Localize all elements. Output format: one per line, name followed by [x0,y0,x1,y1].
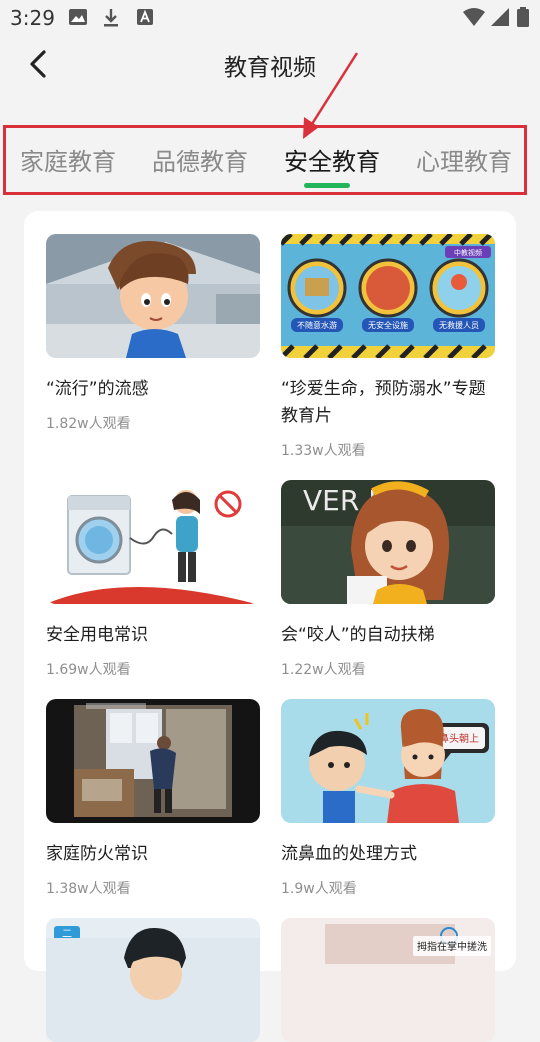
video-view-count: 1.9w人观看 [281,881,357,897]
image-notification-icon [69,9,87,25]
video-title: “流行”的流感 [46,379,149,399]
tab-safety-education[interactable]: 安全教育 [284,142,380,177]
video-title: “珍爱生命，预防溺水”专题教育片 [281,379,486,426]
active-tab-indicator [304,183,350,188]
page-title: 教育视频 [224,55,316,81]
thumb-sign-text: 不随意水游 [297,320,337,330]
video-title: 会“咬人”的自动扶梯 [281,625,435,645]
video-thumbnail: 拇指在掌中搓洗 [281,918,495,1042]
text-notification-icon [137,9,153,25]
tab-moral-education[interactable]: 品德教育 [152,142,248,177]
video-title: 流鼻血的处理方式 [281,844,417,864]
video-card[interactable]: 家庭防火常识 1.38w人观看 [46,699,260,898]
video-card[interactable]: 拇指在掌中搓洗 [281,918,495,1042]
video-thumbnail [46,480,260,604]
video-card[interactable]: “流行”的流感 1.82w人观看 [46,234,260,433]
status-time: 3:29 [10,6,55,30]
video-title: 家庭防火常识 [46,844,148,864]
video-thumbnail: 中教视频 不随意水游 无安全设施 无救援人员 [281,234,495,358]
video-thumbnail [46,234,260,358]
video-list-card: “流行”的流感 1.82w人观看 中教视频 不随意水游 无安全设施 无救援人员 … [24,211,516,1042]
video-thumbnail: 二 [46,918,260,1042]
video-card[interactable]: 二 [46,918,260,1042]
video-view-count: 1.38w人观看 [46,881,131,897]
video-thumbnail: VER BTE [281,480,495,604]
video-card[interactable]: VER BTE 会“咬人”的自动扶梯 1.22w人观看 [281,480,495,679]
video-card[interactable]: 安全用电常识 1.69w人观看 [46,480,260,679]
download-notification-icon [104,9,118,27]
tab-family-education[interactable]: 家庭教育 [20,142,116,177]
wifi-icon [463,8,485,26]
video-card[interactable]: 中教视频 不随意水游 无安全设施 无救援人员 “珍爱生命，预防溺水”专题教育片 … [281,234,495,460]
video-view-count: 1.82w人观看 [46,416,131,432]
thumb-badge-text: 中教视频 [454,248,482,257]
thumb-bubble-text: 鼻头朝上 [439,732,479,745]
tab-psychology-education[interactable]: 心理教育 [416,142,512,177]
thumb-sign-text: 无救援人员 [439,320,479,330]
video-view-count: 1.22w人观看 [281,662,366,678]
video-title: 安全用电常识 [46,625,148,645]
video-view-count: 1.69w人观看 [46,662,131,678]
video-thumbnail: 鼻头朝上 [281,699,495,823]
status-bar: 3:29 [0,0,540,36]
tab-bar: 家庭教育 品德教育 安全教育 心理教育 [3,125,527,195]
video-thumbnail [46,699,260,823]
signal-icon [491,8,509,26]
thumb-caption-text: 拇指在掌中搓洗 [417,940,487,953]
video-view-count: 1.33w人观看 [281,443,366,459]
video-card[interactable]: 鼻头朝上 流鼻血的处理方式 1.9w人观看 [281,699,495,898]
battery-icon [517,7,529,27]
thumb-sign-text: 无安全设施 [368,320,408,330]
